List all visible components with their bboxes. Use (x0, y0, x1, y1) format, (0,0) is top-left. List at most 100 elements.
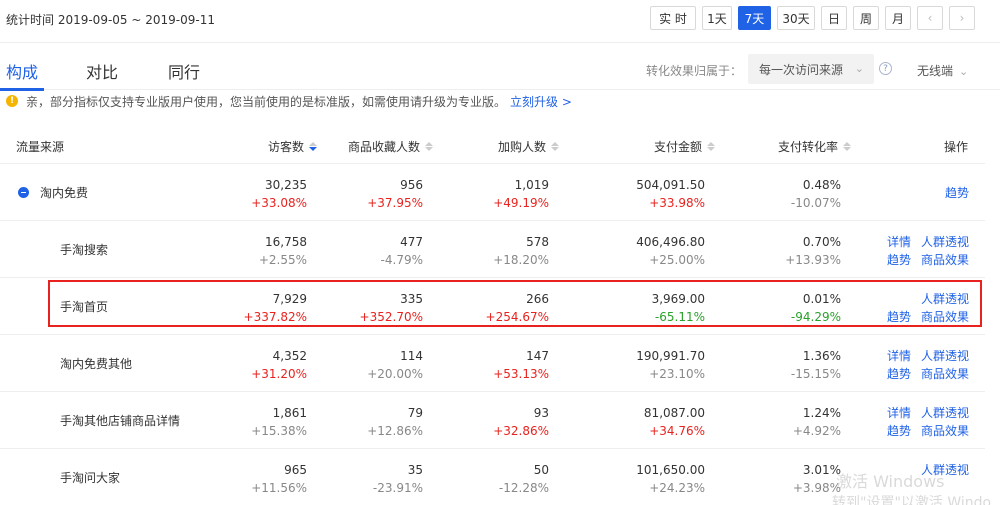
tab-composition[interactable]: 构成 (6, 59, 38, 83)
conversion-value: 0.70% (802, 235, 841, 249)
payment-change: +33.98% (649, 196, 705, 210)
detail-link[interactable]: 详情 (887, 233, 911, 251)
range-7day-button[interactable]: 7天 (738, 6, 771, 30)
payment-change: +34.76% (649, 424, 705, 438)
source-name: 手淘搜索 (60, 243, 109, 257)
product-effect-link[interactable]: 商品效果 (921, 422, 969, 440)
column-source: 流量来源 (16, 140, 65, 154)
column-payment-label: 支付金额 (654, 140, 703, 154)
attribution-select[interactable]: 每一次访问来源 ⌄ (748, 54, 874, 84)
range-buttons: 实 时 1天 7天 30天 日 周 月 ‹ › (650, 6, 975, 30)
favorites-change: +37.95% (367, 196, 423, 210)
range-day-button[interactable]: 日 (821, 6, 847, 30)
conversion-change: -15.15% (790, 367, 841, 381)
favorites-value: 477 (400, 235, 423, 249)
column-visitors[interactable]: 访客数 (268, 138, 318, 155)
crowd-insight-link[interactable]: 人群透视 (921, 404, 969, 422)
column-conversion[interactable]: 支付转化率 (778, 138, 852, 155)
sort-icon[interactable] (309, 141, 318, 152)
conversion-value: 1.24% (802, 406, 841, 420)
top-bar: 统计时间 2019-09-05 ~ 2019-09-11 实 时 1天 7天 3… (0, 0, 1000, 40)
visitors-value: 4,352 (272, 349, 307, 363)
visitors-value: 965 (284, 463, 307, 477)
cart-change: +18.20% (493, 253, 549, 267)
payment-value: 81,087.00 (643, 406, 705, 420)
column-visitors-label: 访客数 (268, 140, 305, 154)
conversion-value: 0.48% (802, 178, 841, 192)
column-conversion-label: 支付转化率 (778, 140, 839, 154)
tab-peers[interactable]: 同行 (168, 59, 200, 83)
highlight-box (48, 280, 982, 327)
upgrade-link[interactable]: 立刻升级 > (510, 93, 572, 110)
cart-value: 578 (526, 235, 549, 249)
warning-icon: ! (6, 95, 18, 107)
source-name: 淘内免费 (40, 186, 89, 200)
source-name: 手淘问大家 (60, 471, 121, 485)
conversion-change: +13.93% (785, 253, 841, 267)
sort-icon[interactable] (425, 141, 434, 152)
chevron-down-icon: ⌄ (854, 62, 864, 75)
range-realtime-button[interactable]: 实 时 (650, 6, 696, 30)
tab-compare[interactable]: 对比 (86, 59, 118, 83)
sort-icon[interactable] (843, 141, 852, 152)
detail-link[interactable]: 详情 (887, 404, 911, 422)
sort-icon[interactable] (707, 141, 716, 152)
payment-change: +23.10% (649, 367, 705, 381)
cart-value: 50 (533, 463, 549, 477)
trend-link[interactable]: 趋势 (887, 365, 911, 383)
range-week-button[interactable]: 周 (853, 6, 879, 30)
product-effect-link[interactable]: 商品效果 (921, 251, 969, 269)
column-favorites-label: 商品收藏人数 (348, 140, 421, 154)
active-tab-underline (0, 88, 44, 91)
range-30day-button[interactable]: 30天 (777, 6, 815, 30)
visitors-change: +2.55% (258, 253, 307, 267)
favorites-change: +20.00% (367, 367, 423, 381)
conversion-value: 1.36% (802, 349, 841, 363)
product-effect-link[interactable]: 商品效果 (921, 365, 969, 383)
tabs-row: 构成 对比 同行 转化效果归属于： 每一次访问来源 ⌄ ? 无线端 ⌄ (0, 42, 1000, 91)
crowd-insight-link[interactable]: 人群透视 (921, 233, 969, 251)
table-row: 手淘其他店铺商品详情 1,861 +15.38% 79 +12.86% 93 +32.86%… (0, 392, 985, 449)
detail-link[interactable]: 详情 (887, 347, 911, 365)
watermark-line-2: 转到"设置"以激活 Windo (832, 495, 992, 505)
range-month-button[interactable]: 月 (885, 6, 911, 30)
crowd-insight-link[interactable]: 人群透视 (921, 347, 969, 365)
visitors-value: 16,758 (265, 235, 307, 249)
notice-text: 亲，部分指标仅支持专业版用户使用，您当前使用的是标准版，如需使用请升级为专业版。 (26, 94, 507, 109)
payment-value: 504,091.50 (636, 178, 705, 192)
column-cart-label: 加购人数 (498, 140, 547, 154)
cart-change: -12.28% (498, 481, 549, 495)
cart-change: +32.86% (493, 424, 549, 438)
device-select[interactable]: 无线端 ⌄ (917, 62, 968, 79)
visitors-change: +33.08% (251, 196, 307, 210)
cart-change: +53.13% (493, 367, 549, 381)
trend-link[interactable]: 趋势 (887, 251, 911, 269)
column-actions: 操作 (944, 140, 969, 154)
attribution-selected-value: 每一次访问来源 (759, 62, 844, 77)
range-1day-button[interactable]: 1天 (702, 6, 732, 30)
help-icon[interactable]: ? (879, 62, 892, 75)
device-selected-value: 无线端 (917, 64, 954, 78)
column-cart[interactable]: 加购人数 (498, 138, 560, 155)
conversion-change: +4.92% (792, 424, 841, 438)
stat-time: 统计时间 2019-09-05 ~ 2019-09-11 (6, 13, 215, 27)
column-payment[interactable]: 支付金额 (654, 138, 716, 155)
cart-value: 93 (533, 406, 549, 420)
trend-link[interactable]: 趋势 (887, 422, 911, 440)
trend-link[interactable]: 趋势 (945, 184, 969, 202)
chevron-down-icon: ⌄ (959, 65, 969, 78)
conversion-change: -10.07% (790, 196, 841, 210)
visitors-change: +15.38% (251, 424, 307, 438)
payment-change: +24.23% (649, 481, 705, 495)
visitors-change: +11.56% (251, 481, 307, 495)
payment-value: 190,991.70 (636, 349, 705, 363)
column-favorites[interactable]: 商品收藏人数 (348, 138, 434, 155)
sort-icon[interactable] (551, 141, 560, 152)
collapse-icon[interactable] (18, 187, 29, 198)
chevron-right-icon[interactable]: › (949, 6, 975, 30)
favorites-value: 79 (407, 406, 423, 420)
favorites-value: 35 (407, 463, 423, 477)
visitors-change: +31.20% (251, 367, 307, 381)
chevron-left-icon[interactable]: ‹ (917, 6, 943, 30)
payment-value: 406,496.80 (636, 235, 705, 249)
